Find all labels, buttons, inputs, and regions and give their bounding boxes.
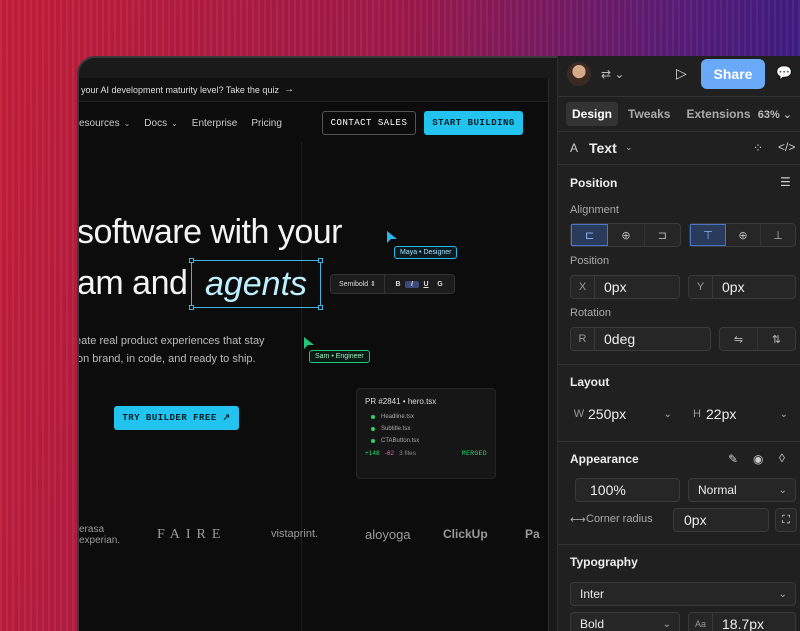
announcement-bar[interactable]: your AI development maturity level? Take… [79, 78, 549, 102]
section-position-title: Position [570, 176, 618, 190]
nav-item-resources[interactable]: esources ⌄ [79, 118, 130, 129]
x-field[interactable]: X 0px [570, 275, 680, 299]
component-icon[interactable]: ⁘ [753, 141, 763, 155]
logo-experian: experian. [79, 535, 121, 546]
comment-icon[interactable]: 💬 [776, 65, 792, 81]
chevron-down-icon: ⌄ [625, 142, 633, 152]
vertical-alignment: ⊤ ⊕ ⊥ [689, 223, 796, 247]
code-icon[interactable]: </> [778, 140, 795, 154]
design-panel: ⇄ ⌄ ▷ Share 💬 Design Tweaks Extensions 6… [557, 56, 800, 631]
play-icon[interactable]: ▷ [676, 65, 687, 82]
resize-handle[interactable] [189, 258, 194, 263]
flip-horizontal-icon[interactable]: ⇋ [720, 328, 758, 350]
italic-button[interactable]: I [405, 280, 419, 288]
logo-faire: FAIRE [157, 527, 227, 542]
resize-handle[interactable] [318, 305, 323, 310]
logo-terasa: erasa [79, 524, 105, 535]
element-type-select[interactable]: Text [589, 140, 617, 156]
drop-icon[interactable]: ◊ [779, 451, 785, 465]
align-top-icon[interactable]: ⊤ [690, 224, 726, 246]
start-building-button[interactable]: START BUILDING [424, 111, 523, 135]
align-middle-icon[interactable]: ⊕ [726, 224, 761, 246]
height-field[interactable]: H 22px ⌄ [688, 402, 796, 426]
eye-icon[interactable]: ◉ [753, 452, 763, 466]
share-button[interactable]: Share [701, 59, 765, 89]
resize-handle[interactable] [318, 258, 323, 263]
align-icon[interactable]: ☰ [780, 175, 791, 189]
align-center-h-icon[interactable]: ⊕ [608, 224, 645, 246]
swap-icon[interactable]: ⇄ ⌄ [601, 67, 624, 81]
pr-title: PR #2841 • hero.tsx [365, 397, 437, 406]
logo-partial: Pa [525, 527, 540, 541]
pr-summary: +148 -62 3 files MERGED [365, 450, 487, 457]
contact-sales-button[interactable]: CONTACT SALES [322, 111, 416, 135]
resize-handle[interactable] [189, 305, 194, 310]
rotation-field[interactable]: R 0deg [570, 327, 711, 351]
nav-item-pricing[interactable]: Pricing [251, 118, 282, 129]
chevron-down-icon: ⌄ [171, 118, 178, 128]
collaborator-cursor-sam: Sam • Engineer [309, 350, 370, 363]
flip-controls: ⇋ ⇅ [719, 327, 796, 351]
collaborator-cursor-maya: Maya • Designer [394, 246, 458, 259]
tab-tweaks[interactable]: Tweaks [622, 102, 676, 126]
font-size-field[interactable]: Aa 18.7px [688, 612, 796, 631]
font-weight-select[interactable]: Bold ⌄ [570, 612, 680, 631]
merged-badge: MERGED [461, 450, 487, 457]
flip-vertical-icon[interactable]: ⇅ [758, 328, 795, 350]
blend-mode-select[interactable]: Normal ⌄ [688, 478, 796, 502]
announcement-text: your AI development maturity level? Take… [81, 84, 279, 95]
panel-toolbar: ⇄ ⌄ ▷ Share 💬 [558, 56, 800, 96]
nav-item-docs[interactable]: Docs ⌄ [144, 118, 178, 129]
alignment-label: Alignment [570, 204, 619, 216]
hero-subtitle: eate real product experiences that stay … [79, 335, 265, 365]
try-builder-button[interactable]: TRY BUILDER FREE ↗ [114, 406, 239, 430]
chevron-down-icon: ⌄ [123, 118, 131, 128]
align-bottom-icon[interactable]: ⊥ [761, 224, 795, 246]
tab-design[interactable]: Design [566, 102, 619, 126]
cursor-arrow-icon [387, 231, 397, 243]
tab-extensions[interactable]: Extensions [680, 102, 756, 126]
logo-strip: erasa experian. FAIRE vistaprint. aloyog… [79, 524, 549, 552]
website-canvas[interactable]: your AI development maturity level? Take… [79, 78, 549, 631]
bold-button[interactable]: B [391, 281, 405, 288]
link-button[interactable]: G [433, 281, 447, 288]
nav-item-enterprise[interactable]: Enterprise [192, 118, 238, 129]
format-toolbar: Semibold ⇕ B I U G [330, 274, 455, 294]
hero-heading-line1: software with your [79, 213, 343, 251]
align-right-icon[interactable]: ⊐ [645, 224, 680, 246]
font-weight-select[interactable]: Semibold ⇕ [331, 275, 385, 293]
pencil-icon[interactable]: ✎ [728, 452, 738, 466]
logo-vistaprint: vistaprint. [271, 528, 319, 540]
logo-aloyoga: aloyoga [365, 527, 411, 542]
horizontal-alignment: ⊏ ⊕ ⊐ [570, 223, 681, 247]
section-appearance-title: Appearance [570, 452, 639, 466]
corner-radius-icon: ⟷ [570, 514, 586, 526]
opacity-field[interactable]: 100% [575, 478, 680, 502]
arrow-right-icon: → [283, 84, 294, 95]
zoom-select[interactable]: 63% ⌄ [758, 108, 792, 121]
avatar[interactable] [567, 62, 591, 86]
width-field[interactable]: W 250px ⌄ [570, 402, 680, 426]
rotation-label: Rotation [570, 307, 611, 319]
expand-corners-icon[interactable]: ⛶ [775, 508, 797, 532]
selected-text-box[interactable]: agents [189, 258, 323, 310]
position-label: Position [570, 255, 610, 267]
logo-clickup: ClickUp [443, 527, 488, 541]
hero-highlight-word[interactable]: agents [205, 265, 307, 304]
text-type-icon: A [570, 141, 579, 155]
corner-radius-field[interactable]: 0px [673, 508, 769, 532]
y-field[interactable]: Y 0px [688, 275, 796, 299]
hero-heading-line2: am and [79, 264, 188, 302]
section-typography-title: Typography [570, 555, 638, 569]
corner-radius-label: Corner radius [586, 513, 653, 525]
pr-file-item: CTAButton.tsx [365, 438, 487, 444]
underline-button[interactable]: U [419, 281, 433, 288]
pr-card[interactable]: PR #2841 • hero.tsx Headline.tsx Subtitl… [356, 388, 496, 479]
section-layout-title: Layout [570, 375, 610, 389]
font-family-select[interactable]: Inter ⌄ [570, 582, 796, 606]
pr-file-item: Subtitle.tsx [365, 426, 487, 432]
pr-file-item: Headline.tsx [365, 414, 487, 420]
align-left-icon[interactable]: ⊏ [571, 224, 609, 246]
